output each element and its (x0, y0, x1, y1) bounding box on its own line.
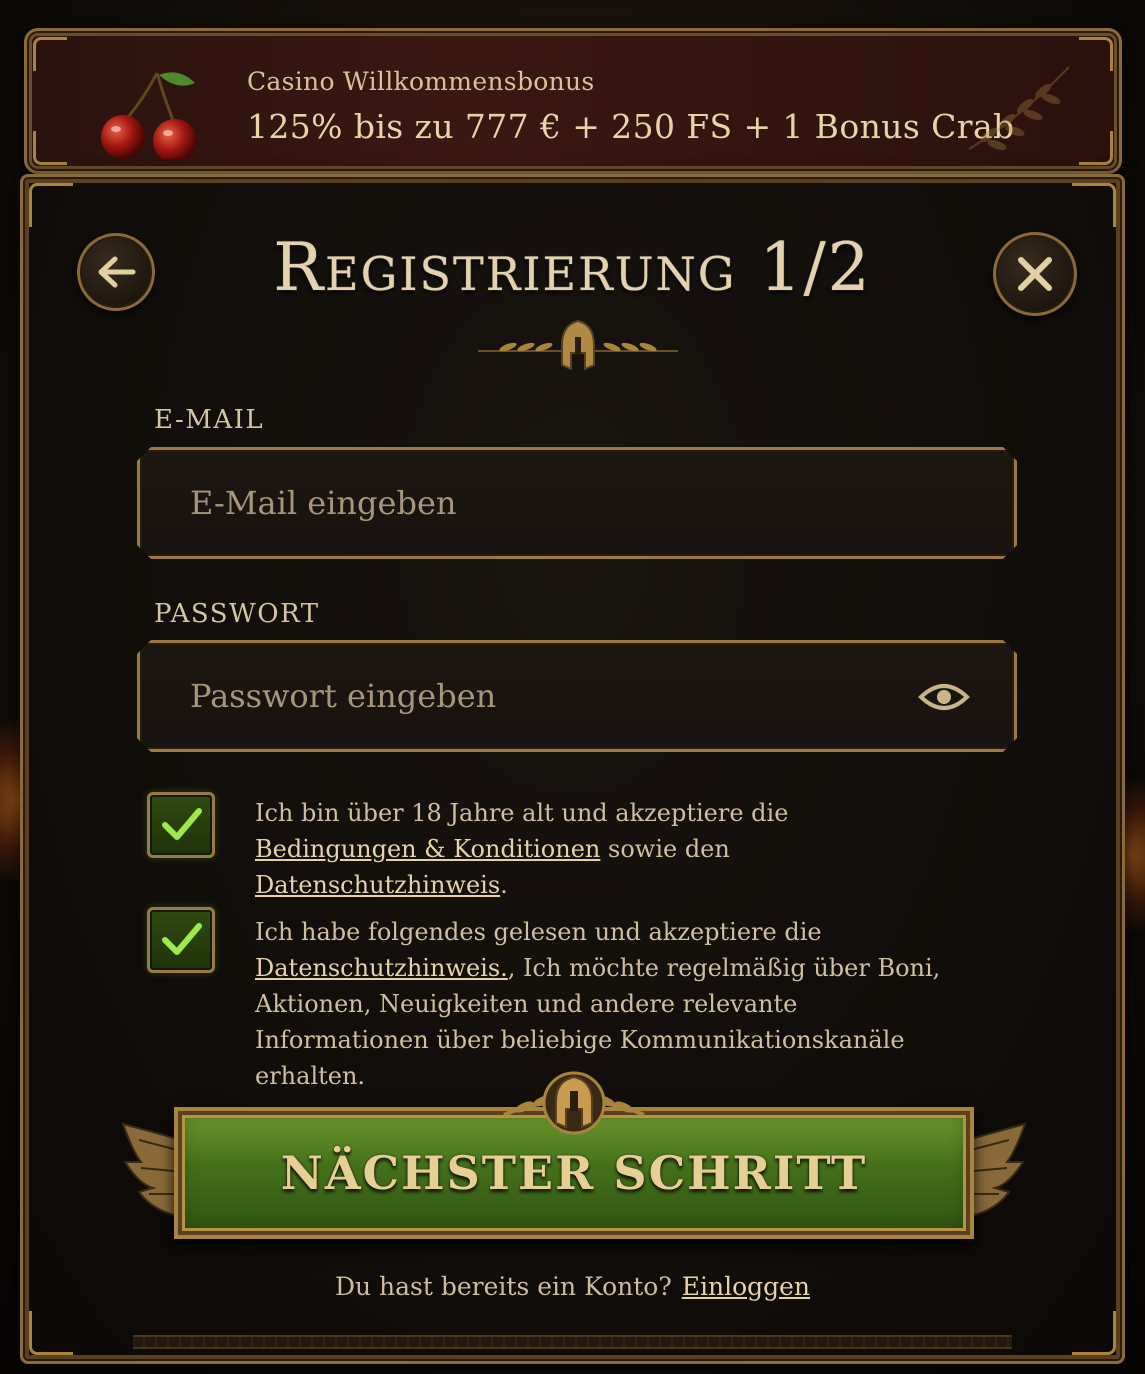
terms-checkbox[interactable] (147, 792, 215, 858)
terms-consent-text: Ich bin über 18 Jahre alt und akzeptiere… (255, 795, 955, 903)
login-question: Du hast bereits ein Konto? (334, 1272, 672, 1301)
banner-title: Casino Willkommensbonus (247, 67, 595, 96)
laurel-decoration-icon (968, 66, 1070, 151)
greek-key-border (133, 1335, 1012, 1349)
close-icon (1018, 257, 1052, 291)
close-button[interactable] (993, 232, 1077, 316)
welcome-bonus-banner[interactable]: Casino Willkommensbonus 125% bis zu 777 … (24, 28, 1122, 174)
consent-text: . (500, 871, 508, 899)
email-field-frame (137, 447, 1017, 559)
login-link[interactable]: Einloggen (682, 1272, 810, 1301)
password-label: PASSWORT (154, 599, 320, 629)
terms-link[interactable]: Bedingungen & Konditionen (255, 835, 600, 863)
consent-text: sowie den (600, 835, 730, 863)
cherries-icon (101, 72, 197, 159)
helmet-divider-icon (478, 319, 678, 371)
email-field[interactable] (190, 450, 910, 556)
registration-panel: Registrierung 1/2 E-MAIL PASSWORT (20, 174, 1125, 1364)
ornament-corner (1079, 37, 1113, 71)
next-step-area: NÄCHSTER SCHRITT (119, 1067, 1029, 1252)
email-label: E-MAIL (154, 405, 265, 435)
page-title: Registrierung 1/2 (273, 229, 872, 306)
ornament-corner (29, 1311, 73, 1355)
consent-text: Ich habe folgendes gelesen und akzeptier… (255, 918, 822, 946)
ornament-corner (29, 183, 73, 227)
login-prompt: Du hast bereits ein Konto? Einloggen (23, 1272, 1122, 1301)
ornament-corner (1079, 131, 1113, 165)
consent-text: Ich bin über 18 Jahre alt und akzeptiere… (255, 799, 789, 827)
helmet-emblem-icon (503, 1071, 645, 1135)
privacy-link[interactable]: Datenschutzhinweis (255, 871, 500, 899)
ornament-corner (33, 37, 67, 71)
next-step-label: NÄCHSTER SCHRITT (280, 1146, 868, 1200)
checkmark-icon (162, 808, 202, 840)
marketing-checkbox[interactable] (147, 907, 215, 973)
banner-offer: 125% bis zu 777 € + 250 FS + 1 Bonus Cra… (247, 107, 1015, 146)
password-field[interactable] (190, 643, 910, 749)
eye-icon[interactable] (918, 679, 970, 715)
ornament-corner (1072, 1311, 1116, 1355)
ornament-corner (1072, 183, 1116, 227)
privacy-link[interactable]: Datenschutzhinweis. (255, 954, 508, 982)
password-field-frame (137, 640, 1017, 752)
ornament-corner (33, 131, 67, 165)
checkmark-icon (162, 923, 202, 955)
